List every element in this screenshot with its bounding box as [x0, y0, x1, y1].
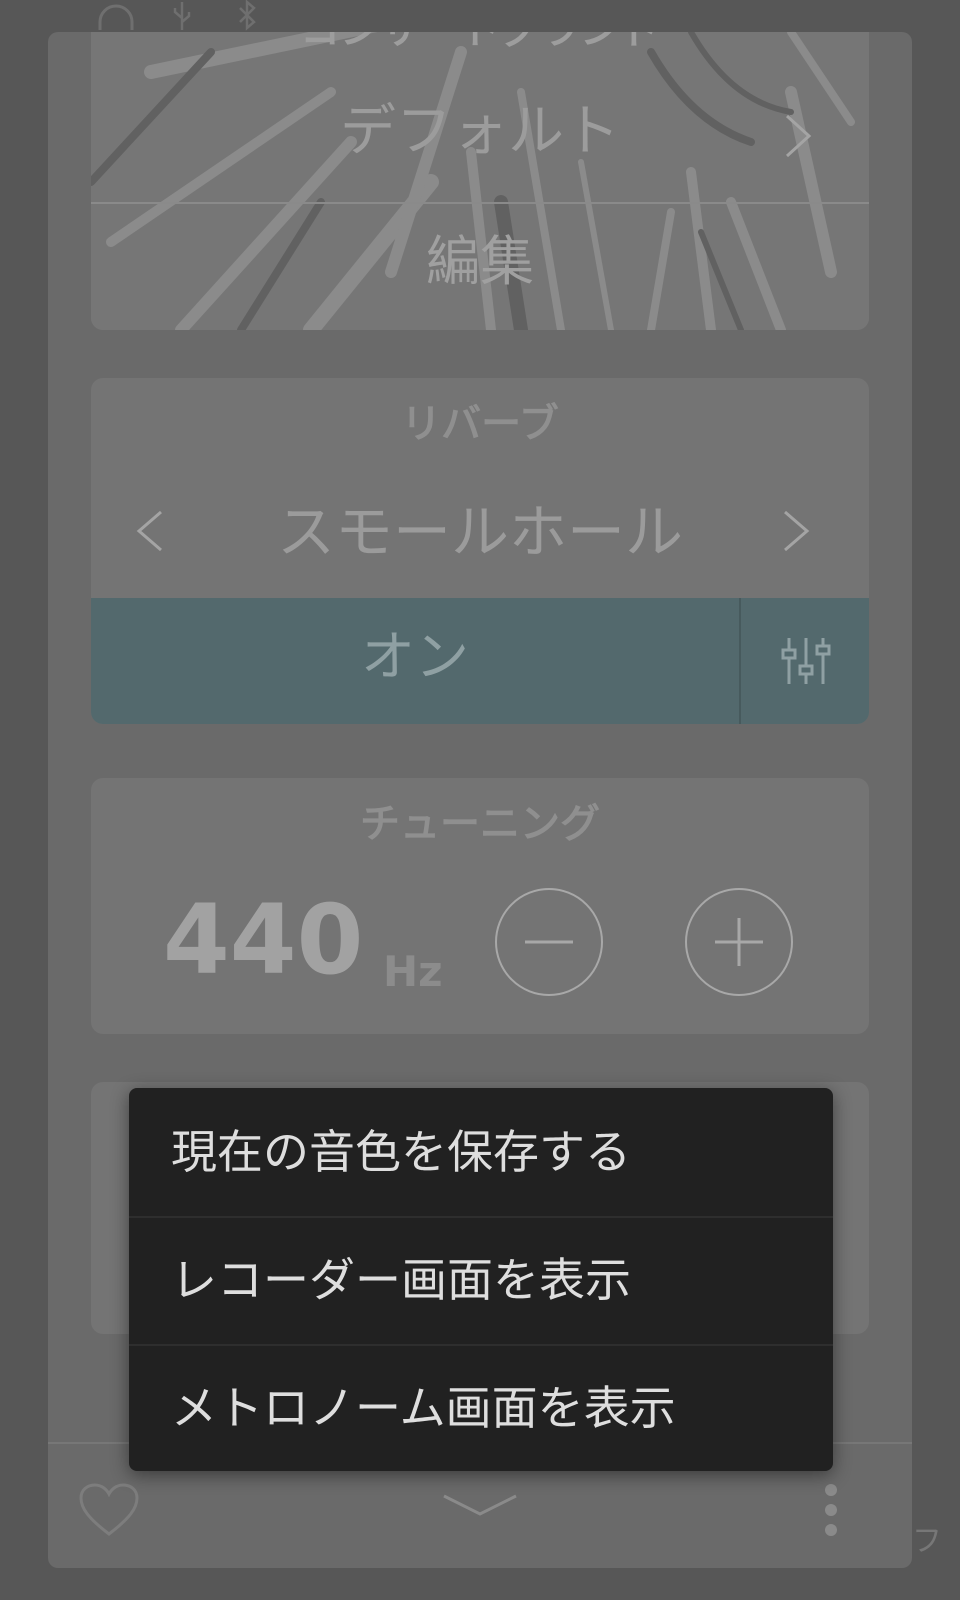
reverb-title: リバーブ	[401, 401, 559, 447]
bluetooth-icon	[239, 0, 256, 31]
more-vertical-icon[interactable]	[818, 1482, 844, 1538]
tuning-decrease-button[interactable]	[495, 888, 603, 996]
menu-item-show-recorder[interactable]: レコーダー画面を表示	[129, 1216, 833, 1344]
reverb-settings-button[interactable]	[741, 598, 869, 724]
tuning-increase-button[interactable]	[685, 888, 793, 996]
instrument-name-cut: コンサートグランド	[91, 32, 869, 50]
reverb-toggle-row: オン	[91, 598, 869, 724]
tuning-title: チューニング	[360, 801, 600, 847]
status-bar	[0, 0, 960, 32]
chevron-down-icon[interactable]	[440, 1490, 520, 1520]
overflow-menu: 現在の音色を保存する レコーダー画面を表示 メトロノーム画面を表示	[129, 1088, 833, 1471]
preset-selector[interactable]: デフォルト	[91, 62, 869, 202]
preset-name: デフォルト	[340, 99, 620, 164]
divider	[91, 202, 869, 204]
tuning-unit: Hz	[383, 947, 443, 996]
background-edge-text: フ	[912, 1524, 942, 1559]
chevron-right-icon	[785, 114, 812, 158]
minus-icon	[525, 940, 573, 944]
edit-button[interactable]: 編集	[91, 230, 869, 294]
menu-item-show-metronome[interactable]: メトロノーム画面を表示	[129, 1344, 833, 1471]
reverb-toggle-button[interactable]: オン	[91, 625, 739, 689]
chevron-right-icon[interactable]	[781, 508, 811, 554]
sliders-icon	[781, 638, 831, 684]
preset-card: コンサートグランド デフォルト 編集	[91, 32, 869, 330]
reverb-type-label: スモールホール	[276, 498, 683, 566]
heart-icon[interactable]	[78, 1482, 140, 1538]
tuning-value: 440	[163, 884, 364, 996]
plus-icon	[715, 918, 763, 966]
usb-icon	[173, 2, 191, 30]
headphones-icon	[98, 4, 134, 30]
reverb-card: リバーブ スモールホール オン	[91, 378, 869, 724]
tuning-card: チューニング 440 Hz	[91, 778, 869, 1034]
menu-item-save-tone[interactable]: 現在の音色を保存する	[129, 1088, 833, 1216]
